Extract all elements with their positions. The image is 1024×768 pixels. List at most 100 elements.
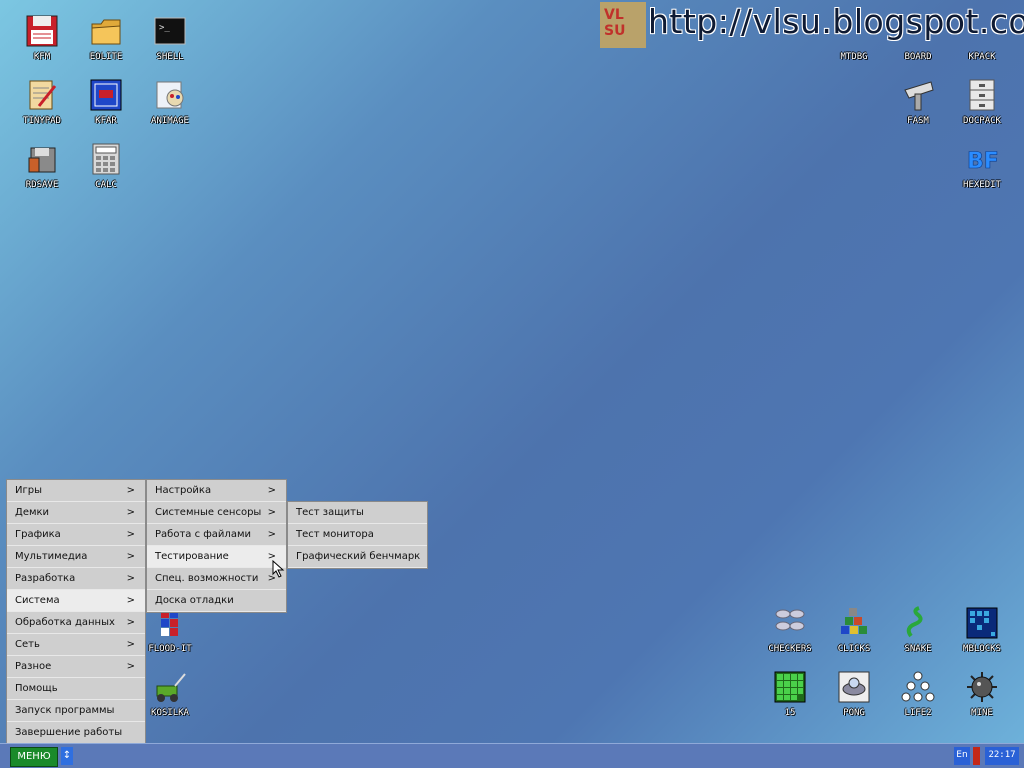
menu-item-label: Разное: [15, 661, 52, 672]
desktop-icon-tinypad[interactable]: TINYPAD: [10, 78, 74, 138]
desktop-icon-mblocks[interactable]: MBLOCKS: [950, 606, 1014, 666]
menu-item-games[interactable]: Игры >: [7, 480, 145, 502]
clock[interactable]: 22:17: [985, 747, 1019, 765]
icon-label: 15: [784, 708, 796, 718]
scroll-arrows-icon[interactable]: ↕: [61, 747, 73, 765]
menu-item-multimedia[interactable]: Мультимедиа >: [7, 546, 145, 568]
desktop-icon-floodit[interactable]: FLOOD-IT: [138, 606, 202, 666]
menu-item-accessibility[interactable]: Спец. возможности >: [147, 568, 286, 590]
desktop-icon-life2[interactable]: LIFE2: [886, 670, 950, 730]
assembler-icon: [901, 78, 935, 112]
activity-indicator: [973, 747, 980, 765]
desktop-icon-pong[interactable]: PONG: [822, 670, 886, 730]
icon-label: SHELL: [156, 52, 184, 62]
checkers-icon: [773, 606, 807, 640]
desktop-icon-kpack[interactable]: KPACK: [950, 14, 1014, 74]
submenu-arrow: >: [126, 595, 135, 606]
desktop-icon-checkers[interactable]: CHECKERS: [758, 606, 822, 666]
menu-item-testing[interactable]: Тестирование >: [147, 546, 286, 568]
icon-label: BOARD: [904, 52, 932, 62]
menu-item-help[interactable]: Помощь: [7, 678, 145, 700]
desktop-icon-rdsave[interactable]: RDSAVE: [10, 142, 74, 202]
desktop-icon-clicks[interactable]: CLICKS: [822, 606, 886, 666]
menu-item-development[interactable]: Разработка >: [7, 568, 145, 590]
paint-icon: [153, 78, 187, 112]
disk-save-icon: [25, 142, 59, 176]
menu-item-protection-test[interactable]: Тест защиты: [288, 502, 427, 524]
desktop-icon-kfar[interactable]: KFAR: [74, 78, 138, 138]
menu-item-label: Доска отладки: [155, 595, 234, 606]
menu-item-label: Игры: [15, 485, 42, 496]
menu-item-label: Завершение работы: [15, 727, 123, 738]
menu-item-demos[interactable]: Демки >: [7, 502, 145, 524]
pong-icon: [837, 670, 871, 704]
menu-item-graphics-benchmark[interactable]: Графический бенчмарк: [288, 546, 427, 568]
desktop-icon-animage[interactable]: ANIMAGE: [138, 78, 202, 138]
menu-item-label: Тест монитора: [296, 529, 374, 540]
hex-editor-icon: BF: [965, 142, 999, 176]
menu-item-network[interactable]: Сеть >: [7, 634, 145, 656]
menu-item-label: Графический бенчмарк: [296, 551, 421, 562]
icon-label: HEXEDIT: [963, 180, 1001, 190]
submenu-arrow: >: [126, 639, 135, 650]
debugger-icon: [837, 14, 871, 48]
svg-text:>_: >_: [159, 23, 170, 33]
menu-item-label: Помощь: [15, 683, 58, 694]
menu-item-debug-board[interactable]: Доска отладки: [147, 590, 286, 612]
language-indicator[interactable]: En: [954, 747, 970, 765]
icon-label: FASM: [907, 116, 929, 126]
icon-label: LIFE2: [904, 708, 932, 718]
submenu-arrow: >: [126, 507, 135, 518]
menu-item-data-processing[interactable]: Обработка данных >: [7, 612, 145, 634]
menu-item-system[interactable]: Система >: [7, 590, 145, 612]
desktop-icon-kosilka[interactable]: KOSILKA: [138, 670, 202, 730]
start-menu-button[interactable]: МЕНЮ: [10, 747, 58, 767]
menu-item-label: Мультимедиа: [15, 551, 88, 562]
menu-item-label: Демки: [15, 507, 50, 518]
desktop-icon-fasm[interactable]: FASM: [886, 78, 950, 138]
lawnmower-icon: [153, 670, 187, 704]
taskbar: МЕНЮ ↕ En 22:17: [0, 743, 1024, 768]
file-manager-icon: [89, 78, 123, 112]
menu-item-label: Настройка: [155, 485, 212, 496]
desktop-icon-mine[interactable]: MINE: [950, 670, 1014, 730]
desktop-icon-mtdbg[interactable]: MTDBG: [822, 14, 886, 74]
icon-label: FLOOD-IT: [148, 644, 192, 654]
icon-label: CHECKERS: [768, 644, 812, 654]
menu-item-label: Тестирование: [155, 551, 229, 562]
menu-item-settings[interactable]: Настройка >: [147, 480, 286, 502]
package-icon: [965, 14, 999, 48]
menu-item-file-tools[interactable]: Работа с файлами >: [147, 524, 286, 546]
desktop-icon-eolite[interactable]: EOLITE: [74, 14, 138, 74]
grid-icon: [965, 606, 999, 640]
submenu-arrow: >: [267, 485, 276, 496]
icon-label: KOSILKA: [151, 708, 189, 718]
mouse-cursor-icon: [272, 559, 286, 578]
menu-item-graphics[interactable]: Графика >: [7, 524, 145, 546]
cabinet-icon: [965, 78, 999, 112]
icon-label: ANIMAGE: [151, 116, 189, 126]
desktop-icon-board[interactable]: BOARD: [886, 14, 950, 74]
submenu-arrow: >: [267, 507, 276, 518]
menu-item-misc[interactable]: Разное >: [7, 656, 145, 678]
blocks-icon: [837, 606, 871, 640]
desktop-icon-shell[interactable]: >_ SHELL: [138, 14, 202, 74]
desktop-icon-kfm[interactable]: KFM: [10, 14, 74, 74]
desktop-icon-hexedit[interactable]: BF HEXEDIT: [950, 142, 1014, 202]
menu-item-label: Обработка данных: [15, 617, 115, 628]
menu-item-run-program[interactable]: Запуск программы: [7, 700, 145, 722]
menu-item-shutdown[interactable]: Завершение работы: [7, 722, 145, 744]
menu-item-monitor-test[interactable]: Тест монитора: [288, 524, 427, 546]
desktop-icon-docpack[interactable]: DOCPACK: [950, 78, 1014, 138]
menu-item-system-sensors[interactable]: Системные сенсоры >: [147, 502, 286, 524]
desktop-icon-calc[interactable]: CALC: [74, 142, 138, 202]
menu-item-label: Разработка: [15, 573, 76, 584]
icon-label: EOLITE: [89, 52, 123, 62]
system-submenu: Настройка > Системные сенсоры > Работа с ф…: [146, 479, 287, 613]
icon-label: MINE: [971, 708, 993, 718]
icon-label: SNAKE: [904, 644, 932, 654]
snake-icon: [901, 606, 935, 640]
desktop-icon-snake[interactable]: SNAKE: [886, 606, 950, 666]
desktop-icon-15[interactable]: 15: [758, 670, 822, 730]
icon-label: MBLOCKS: [963, 644, 1001, 654]
